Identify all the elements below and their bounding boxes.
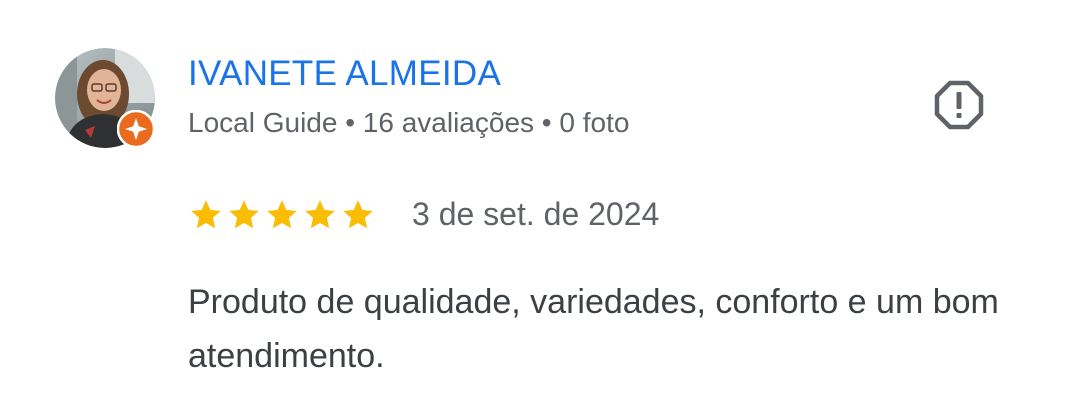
star-rating (188, 195, 376, 235)
star-icon (267, 200, 297, 229)
review-card: IVANETE ALMEIDA Local Guide • 16 avaliaç… (0, 0, 1080, 415)
report-octagon-exclamation-icon (934, 80, 984, 130)
star-icon (343, 200, 373, 229)
reviewer-avatar-container[interactable] (55, 48, 155, 148)
star-icon (229, 200, 259, 229)
review-text: Produto de qualidade, variedades, confor… (188, 283, 999, 375)
report-button[interactable] (928, 74, 990, 136)
reviewer-meta: Local Guide • 16 avaliações • 0 foto (188, 107, 630, 138)
star-icon (305, 200, 335, 229)
local-guide-star-icon (117, 110, 155, 148)
review-date: 3 de set. de 2024 (412, 196, 660, 232)
star-icon (191, 200, 221, 229)
reviewer-name[interactable]: IVANETE ALMEIDA (188, 52, 501, 96)
